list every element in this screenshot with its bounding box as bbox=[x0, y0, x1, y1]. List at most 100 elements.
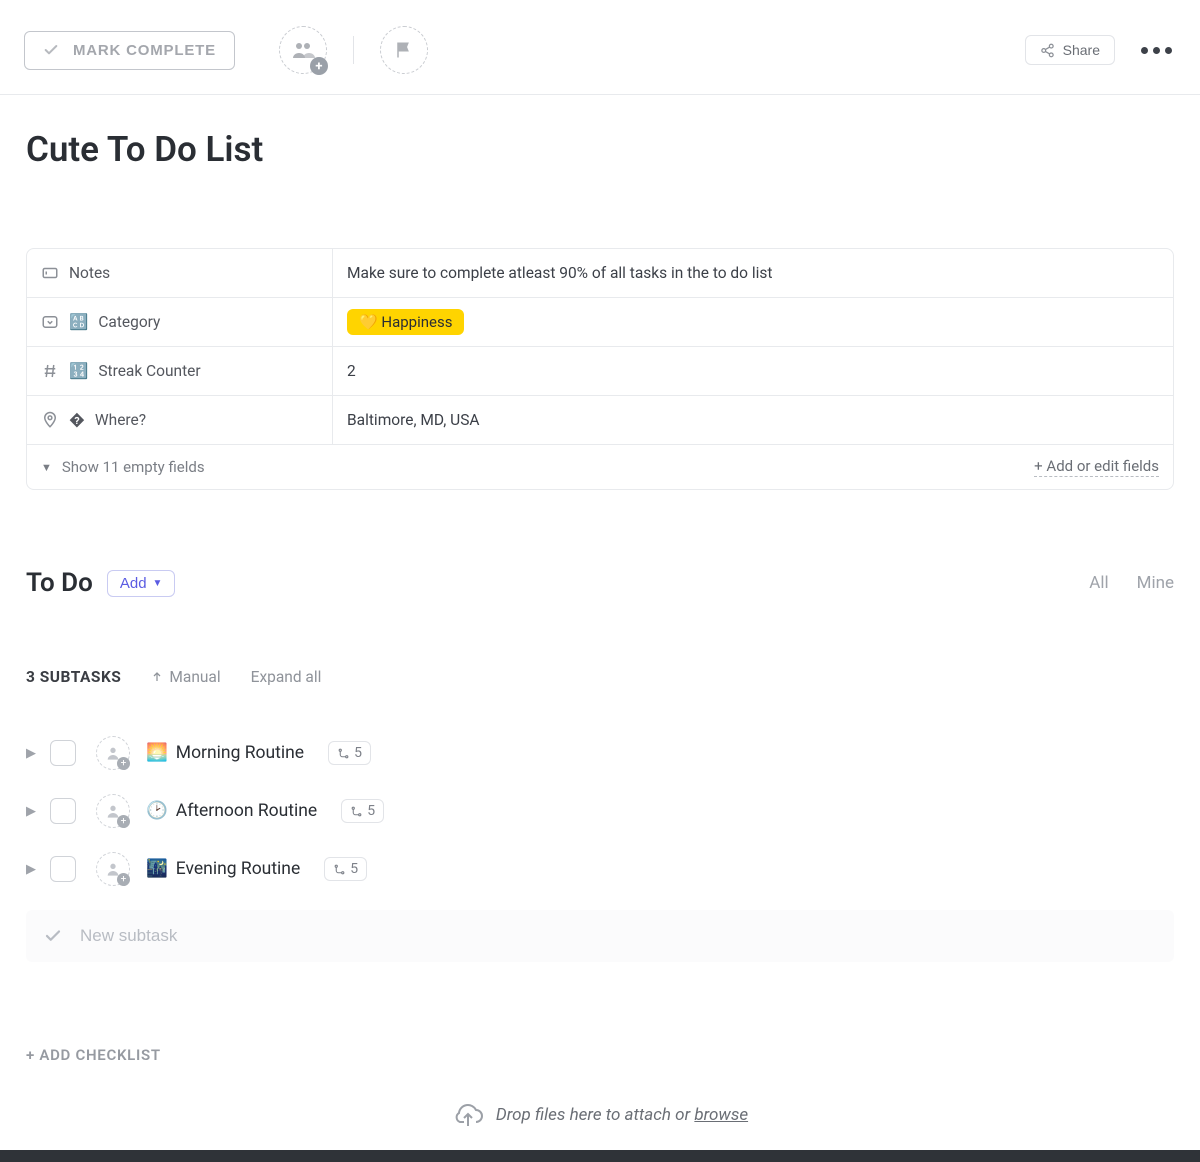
dropdown-field-icon bbox=[41, 313, 59, 331]
task-emoji: 🌃 bbox=[146, 859, 168, 879]
field-row-streak: 🔢 Streak Counter 2 bbox=[27, 347, 1173, 396]
task-checkbox[interactable] bbox=[50, 740, 76, 766]
location-field-icon bbox=[41, 411, 59, 429]
expand-all-button[interactable]: Expand all bbox=[251, 668, 322, 686]
field-row-where: � Where? Baltimore, MD, USA bbox=[27, 396, 1173, 445]
field-label: 🔢 Streak Counter bbox=[27, 347, 333, 395]
subtask-count-badge[interactable]: 5 bbox=[328, 741, 371, 765]
field-value-notes[interactable]: Make sure to complete atleast 90% of all… bbox=[333, 249, 1173, 297]
task-row[interactable]: ▶ + 🌃 Evening Routine 5 bbox=[26, 840, 1174, 898]
flag-icon bbox=[395, 40, 413, 60]
dot-icon bbox=[1141, 47, 1148, 54]
subtask-count-badge[interactable]: 5 bbox=[341, 799, 384, 823]
chevron-down-icon: ▼ bbox=[41, 461, 52, 474]
add-assignee-button[interactable]: + bbox=[279, 26, 327, 74]
check-icon bbox=[43, 42, 59, 58]
people-icon bbox=[290, 40, 316, 60]
field-value-streak[interactable]: 2 bbox=[333, 347, 1173, 395]
subtask-count: 3 SUBTASKS bbox=[26, 668, 121, 686]
task-emoji: 🌅 bbox=[146, 743, 168, 763]
share-label: Share bbox=[1063, 42, 1100, 58]
chevron-right-icon[interactable]: ▶ bbox=[26, 804, 38, 819]
task-row[interactable]: ▶ + 🕑 Afternoon Routine 5 bbox=[26, 782, 1174, 840]
plus-badge-icon: + bbox=[117, 757, 130, 770]
mark-complete-label: MARK COMPLETE bbox=[73, 42, 216, 59]
add-label: Add bbox=[120, 575, 147, 592]
task-name-text: Afternoon Routine bbox=[176, 801, 317, 821]
field-row-notes: Notes Make sure to complete atleast 90% … bbox=[27, 249, 1173, 298]
task-name[interactable]: 🕑 Afternoon Routine bbox=[146, 801, 317, 821]
field-label-text: Where? bbox=[95, 411, 146, 429]
assignee-button[interactable]: + bbox=[96, 794, 130, 828]
plus-badge-icon: + bbox=[117, 873, 130, 886]
text-field-icon bbox=[41, 264, 59, 282]
task-name[interactable]: 🌅 Morning Routine bbox=[146, 743, 304, 763]
plus-badge-icon: + bbox=[310, 57, 328, 75]
subtask-tree-icon bbox=[333, 863, 346, 876]
field-value-where[interactable]: Baltimore, MD, USA bbox=[333, 396, 1173, 444]
field-value-category[interactable]: 💛 Happiness bbox=[333, 298, 1173, 346]
field-label: 🔠 Category bbox=[27, 298, 333, 346]
count-text: 5 bbox=[354, 745, 362, 761]
count-text: 5 bbox=[367, 803, 375, 819]
sort-manual-button[interactable]: Manual bbox=[151, 668, 220, 686]
add-subtask-button[interactable]: Add ▼ bbox=[107, 570, 176, 597]
field-emoji: 🔢 bbox=[69, 362, 88, 380]
field-emoji: 🔠 bbox=[69, 313, 88, 331]
divider bbox=[353, 36, 354, 64]
field-label-text: Streak Counter bbox=[98, 362, 200, 380]
task-name-text: Evening Routine bbox=[176, 859, 300, 879]
field-label: � Where? bbox=[27, 396, 333, 444]
dot-icon bbox=[1153, 47, 1160, 54]
show-empty-fields-button[interactable]: ▼ Show 11 empty fields bbox=[41, 458, 205, 476]
mark-complete-button[interactable]: MARK COMPLETE bbox=[24, 31, 235, 70]
check-icon bbox=[44, 927, 62, 945]
dot-icon bbox=[1165, 47, 1172, 54]
chevron-right-icon[interactable]: ▶ bbox=[26, 862, 38, 877]
task-emoji: 🕑 bbox=[146, 801, 168, 821]
new-subtask-input[interactable] bbox=[80, 926, 1156, 946]
number-field-icon bbox=[41, 362, 59, 380]
chevron-right-icon[interactable]: ▶ bbox=[26, 746, 38, 761]
field-label: Notes bbox=[27, 249, 333, 297]
subtask-tree-icon bbox=[350, 805, 363, 818]
filter-mine[interactable]: Mine bbox=[1137, 573, 1174, 593]
share-icon bbox=[1040, 43, 1055, 58]
task-row[interactable]: ▶ + 🌅 Morning Routine 5 bbox=[26, 724, 1174, 782]
attachment-dropzone[interactable]: Drop files here to attach or browse bbox=[26, 1084, 1174, 1150]
dropzone-text: Drop files here to attach or browse bbox=[496, 1105, 748, 1125]
task-list: ▶ + 🌅 Morning Routine 5 ▶ + 🕑 Afternoon Routine 5… bbox=[26, 724, 1174, 898]
add-checklist-button[interactable]: + ADD CHECKLIST bbox=[26, 1046, 1174, 1064]
todo-section-title: To Do bbox=[26, 568, 93, 598]
filter-all[interactable]: All bbox=[1089, 573, 1108, 593]
page-title[interactable]: Cute To Do List bbox=[26, 129, 1174, 170]
field-emoji: � bbox=[69, 411, 85, 429]
chevron-down-icon: ▼ bbox=[153, 578, 163, 589]
task-name[interactable]: 🌃 Evening Routine bbox=[146, 859, 300, 879]
fields-footer: ▼ Show 11 empty fields + Add or edit fie… bbox=[27, 445, 1173, 489]
show-empty-label: Show 11 empty fields bbox=[62, 458, 205, 476]
filter-toggle: All Mine bbox=[1089, 573, 1174, 593]
count-text: 5 bbox=[350, 861, 358, 877]
assignee-button[interactable]: + bbox=[96, 736, 130, 770]
browse-link[interactable]: browse bbox=[694, 1105, 748, 1125]
new-subtask-row[interactable] bbox=[26, 910, 1174, 962]
more-menu-button[interactable] bbox=[1135, 41, 1178, 60]
field-label-text: Category bbox=[98, 313, 160, 331]
share-button[interactable]: Share bbox=[1025, 35, 1115, 65]
assignee-button[interactable]: + bbox=[96, 852, 130, 886]
plus-badge-icon: + bbox=[117, 815, 130, 828]
task-checkbox[interactable] bbox=[50, 798, 76, 824]
task-name-text: Morning Routine bbox=[176, 743, 304, 763]
arrow-up-icon bbox=[151, 671, 163, 683]
task-checkbox[interactable] bbox=[50, 856, 76, 882]
subtask-tree-icon bbox=[337, 747, 350, 760]
field-label-text: Notes bbox=[69, 264, 110, 282]
add-edit-fields-button[interactable]: + Add or edit fields bbox=[1034, 457, 1159, 477]
set-priority-button[interactable] bbox=[380, 26, 428, 74]
cloud-upload-icon bbox=[452, 1102, 484, 1128]
subtask-count-badge[interactable]: 5 bbox=[324, 857, 367, 881]
bottom-bar bbox=[0, 1150, 1200, 1162]
field-row-category: 🔠 Category 💛 Happiness bbox=[27, 298, 1173, 347]
custom-fields-box: Notes Make sure to complete atleast 90% … bbox=[26, 248, 1174, 490]
